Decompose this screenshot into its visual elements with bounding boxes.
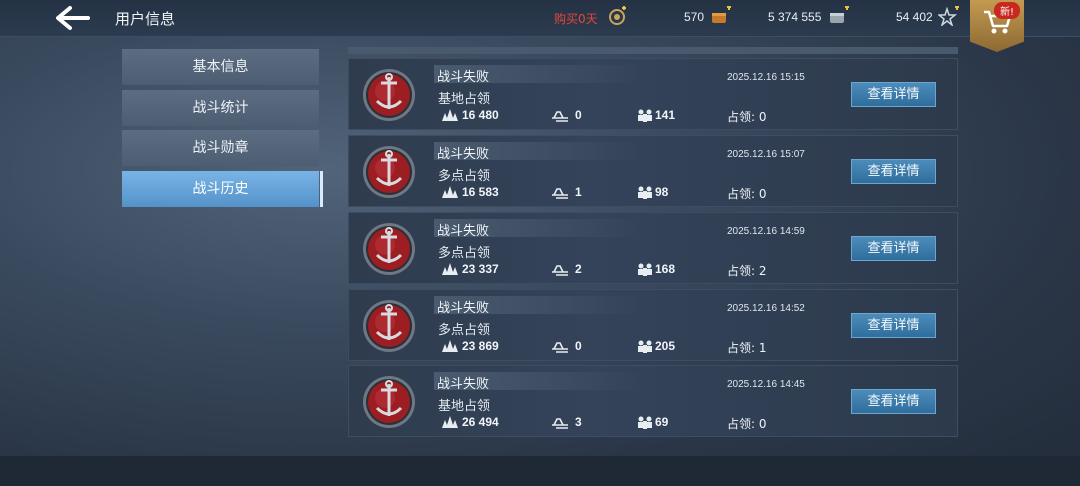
damage-icon [442,340,458,352]
battle-time: 2025.12.16 14:52 [727,303,805,314]
view-details-button[interactable]: 查看详情 [851,82,936,107]
capture-count: 占领: 0 [727,417,767,431]
ship-kill-icon [552,418,568,429]
bottom-bar [0,456,1080,486]
xp-icon [638,263,652,276]
xp-value: 98 [655,185,669,199]
defeat-emblem-icon [363,376,415,428]
kills-value: 2 [575,262,582,276]
battle-time: 2025.12.16 15:15 [727,72,805,83]
battle-mode: 基地占领 [438,92,491,107]
battle-time: 2025.12.16 14:59 [727,226,805,237]
list-top-divider [348,47,958,54]
capture-count: 占领: 0 [727,187,767,201]
view-details-button[interactable]: 查看详情 [851,236,936,261]
capture-count: 占领: 1 [727,341,767,355]
silver-icon[interactable] [828,6,850,26]
capture-count: 占领: 2 [727,264,767,278]
defeat-emblem-icon [363,223,415,275]
damage-value: 16 480 [462,108,499,122]
view-details-button[interactable]: 查看详情 [851,389,936,414]
damage-value: 23 337 [462,262,499,276]
back-button[interactable] [52,4,92,32]
battle-result: 战斗失败 [437,301,490,316]
premium-medal-icon[interactable] [607,6,629,26]
damage-value: 26 494 [462,415,499,429]
gold-icon[interactable] [710,6,732,26]
battle-time: 2025.12.16 14:45 [727,379,805,390]
battle-time: 2025.12.16 15:07 [727,149,805,160]
kills-value: 0 [575,108,582,122]
star-icon[interactable] [938,6,960,26]
ship-kill-icon [552,265,568,276]
view-details-button[interactable]: 查看详情 [851,313,936,338]
ship-kill-icon [552,342,568,353]
battle-record-1: 战斗失败 基地占领 16 480 0 141 2025.12.16 15:15 … [348,58,958,130]
battle-mode: 基地占领 [438,399,491,414]
defeat-emblem-icon [363,69,415,121]
view-details-button[interactable]: 查看详情 [851,159,936,184]
tab-battle-medals[interactable]: 战斗勋章 [122,130,319,166]
xp-value: 69 [655,415,669,429]
xp-value: 168 [655,262,676,276]
tab-battle-history[interactable]: 战斗历史 [122,171,323,207]
top-bar: 用户信息 购买0天 570 5 374 555 54 402 [0,0,1080,37]
battle-record-4: 战斗失败 多点占领 23 869 0 205 2025.12.16 14:52 … [348,289,958,361]
page-title: 用户信息 [115,10,176,28]
xp-icon [638,186,652,199]
back-arrow-icon [56,6,90,30]
damage-icon [442,186,458,198]
battle-mode: 多点占领 [438,323,491,338]
silver-amount: 5 374 555 [768,10,822,24]
damage-icon [442,416,458,428]
battle-result: 战斗失败 [437,377,490,392]
new-badge: 新! [994,2,1021,19]
kills-value: 1 [575,185,582,199]
battle-record-2: 战斗失败 多点占领 16 583 1 98 2025.12.16 15:07 占… [348,135,958,207]
xp-value: 205 [655,339,676,353]
damage-value: 16 583 [462,185,499,199]
battle-mode: 多点占领 [438,169,491,184]
xp-icon [638,340,652,353]
tab-battle-stats[interactable]: 战斗统计 [122,90,319,126]
free-xp-amount: 54 402 [896,10,933,24]
battle-record-5: 战斗失败 基地占领 26 494 3 69 2025.12.16 14:45 占… [348,365,958,437]
gold-amount: 570 [684,10,705,24]
ship-kill-icon [552,188,568,199]
damage-icon [442,109,458,121]
battle-result: 战斗失败 [437,224,490,239]
xp-icon [638,109,652,122]
tab-basic-info[interactable]: 基本信息 [122,49,319,85]
xp-icon [638,416,652,429]
battle-result: 战斗失败 [437,70,490,85]
xp-value: 141 [655,108,676,122]
damage-icon [442,263,458,275]
kills-value: 3 [575,415,582,429]
kills-value: 0 [575,339,582,353]
premium-buy-link[interactable]: 购买0天 [554,10,598,27]
capture-count: 占领: 0 [727,110,767,124]
ship-kill-icon [552,111,568,122]
battle-mode: 多点占领 [438,246,491,261]
defeat-emblem-icon [363,146,415,198]
damage-value: 23 869 [462,339,499,353]
defeat-emblem-icon [363,300,415,352]
battle-record-3: 战斗失败 多点占领 23 337 2 168 2025.12.16 14:59 … [348,212,958,284]
battle-result: 战斗失败 [437,147,490,162]
